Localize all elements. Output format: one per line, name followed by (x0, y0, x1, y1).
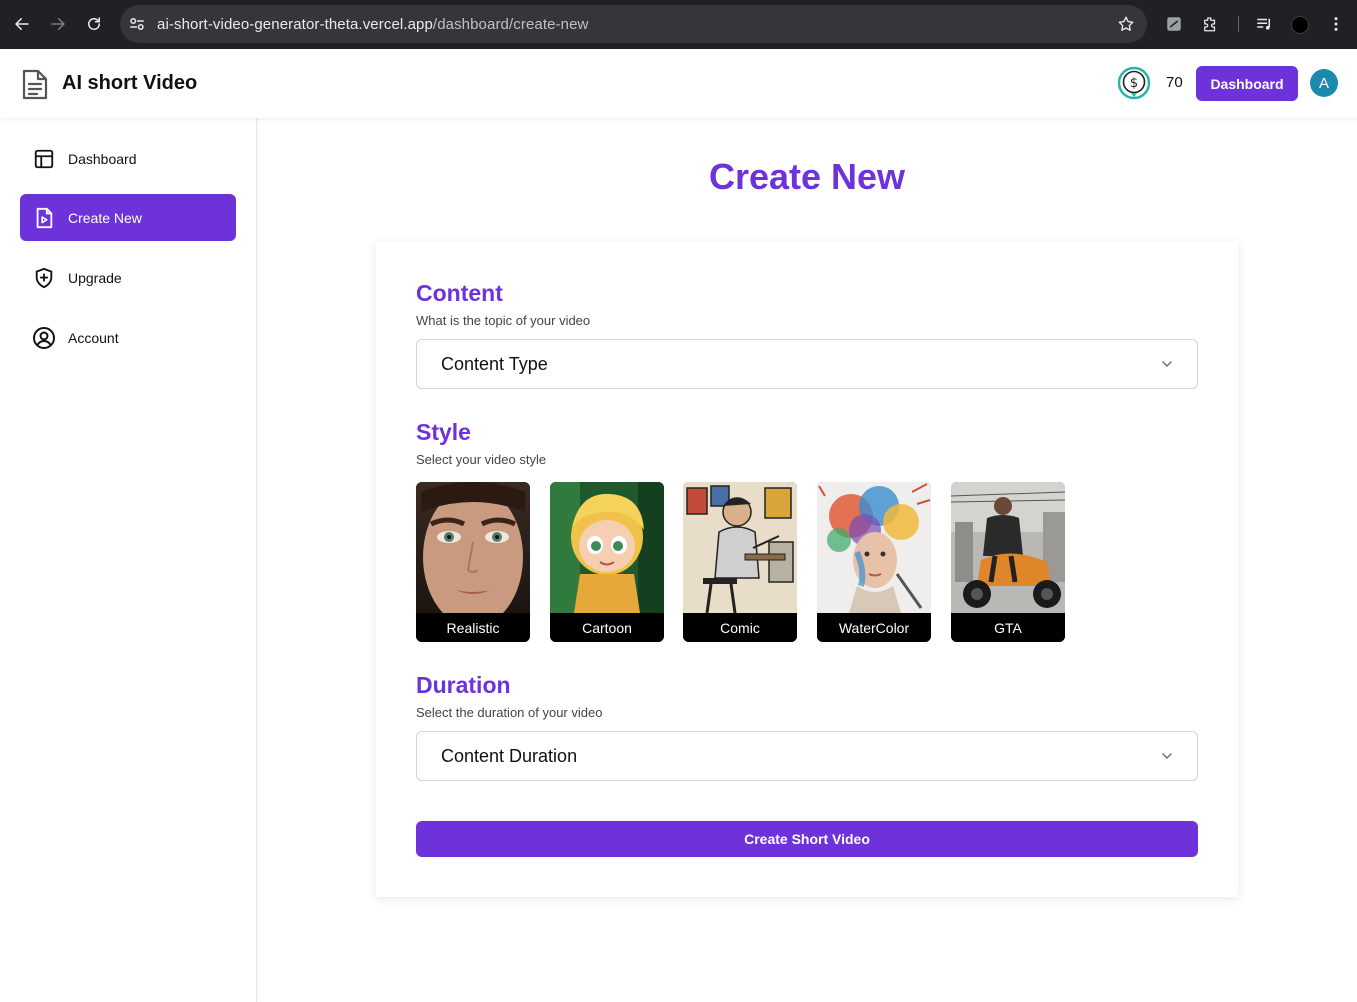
content-section-title: Content (416, 280, 503, 306)
profile-icon[interactable] (1291, 16, 1309, 34)
style-option-comic[interactable]: Comic (683, 482, 797, 642)
user-circle-icon (32, 326, 56, 350)
browser-toolbar: ai-short-video-generator-theta.vercel.ap… (0, 0, 1357, 49)
shield-plus-icon (32, 266, 56, 290)
sidebar: Dashboard Create New Upgrade Account (0, 118, 257, 1002)
sidebar-item-label: Dashboard (68, 150, 137, 167)
duration-section-title: Duration (416, 672, 511, 698)
gta-thumbnail (951, 482, 1065, 613)
sidebar-item-account[interactable]: Account (20, 314, 236, 361)
layout-icon (32, 147, 56, 171)
sidebar-item-label: Create New (68, 209, 142, 226)
extension-icon[interactable] (1165, 15, 1183, 33)
content-duration-select[interactable]: Content Duration (416, 731, 1198, 781)
sidebar-item-create-new[interactable]: Create New (20, 194, 236, 241)
content-type-select[interactable]: Content Type (416, 339, 1198, 389)
watercolor-thumbnail (817, 482, 931, 613)
sidebar-item-upgrade[interactable]: Upgrade (20, 254, 236, 301)
sidebar-item-label: Upgrade (68, 269, 122, 286)
chevron-down-icon (1162, 753, 1172, 759)
avatar[interactable]: A (1310, 69, 1338, 97)
content-duration-value: Content Duration (441, 745, 578, 766)
site-settings-icon[interactable] (128, 15, 146, 33)
app-title: AI short Video (62, 72, 198, 94)
media-control-icon[interactable] (1255, 15, 1273, 33)
comic-thumbnail (683, 482, 797, 613)
style-option-gta[interactable]: GTA (951, 482, 1065, 642)
style-option-label: Comic (683, 613, 797, 642)
style-option-label: Cartoon (550, 613, 664, 642)
credits-count: 70 (1166, 74, 1183, 91)
app-header: AI short Video $ 70 Dashboard A (0, 49, 1357, 118)
style-option-cartoon[interactable]: Cartoon (550, 482, 664, 642)
address-bar[interactable]: ai-short-video-generator-theta.vercel.ap… (120, 5, 1147, 43)
dashboard-button[interactable]: Dashboard (1196, 66, 1298, 101)
style-options: Realistic Cartoon Comic WaterColor GTA (416, 482, 1116, 642)
more-menu-icon[interactable] (1327, 15, 1345, 33)
create-form-card: Content What is the topic of your video … (376, 242, 1238, 897)
realistic-thumbnail (416, 482, 530, 613)
style-section-title: Style (416, 419, 471, 445)
style-option-label: WaterColor (817, 613, 931, 642)
logo-document-icon (22, 69, 48, 100)
style-option-label: GTA (951, 613, 1065, 642)
puzzle-icon[interactable] (1201, 15, 1219, 33)
duration-section-subtitle: Select the duration of your video (416, 705, 603, 720)
page-title: Create New (708, 156, 906, 197)
create-short-video-button[interactable]: Create Short Video (416, 821, 1198, 857)
bookmark-star-icon[interactable] (1117, 15, 1135, 33)
cartoon-thumbnail (550, 482, 664, 613)
content-type-value: Content Type (441, 353, 548, 374)
svg-text:$: $ (1130, 76, 1138, 91)
style-option-label: Realistic (416, 613, 530, 642)
style-option-watercolor[interactable]: WaterColor (817, 482, 931, 642)
content-section-subtitle: What is the topic of your video (416, 313, 591, 328)
forward-icon[interactable] (47, 13, 69, 35)
reload-icon[interactable] (83, 13, 105, 35)
file-video-icon (32, 206, 56, 230)
style-option-realistic[interactable]: Realistic (416, 482, 530, 642)
chevron-down-icon (1162, 361, 1172, 367)
toolbar-divider (1238, 16, 1239, 32)
style-section-subtitle: Select your video style (416, 452, 547, 467)
sidebar-item-dashboard[interactable]: Dashboard (20, 135, 236, 182)
sidebar-item-label: Account (68, 329, 119, 346)
url-text: ai-short-video-generator-theta.vercel.ap… (157, 16, 589, 33)
coin-dollar-icon: $ (1117, 66, 1151, 100)
back-icon[interactable] (11, 13, 33, 35)
